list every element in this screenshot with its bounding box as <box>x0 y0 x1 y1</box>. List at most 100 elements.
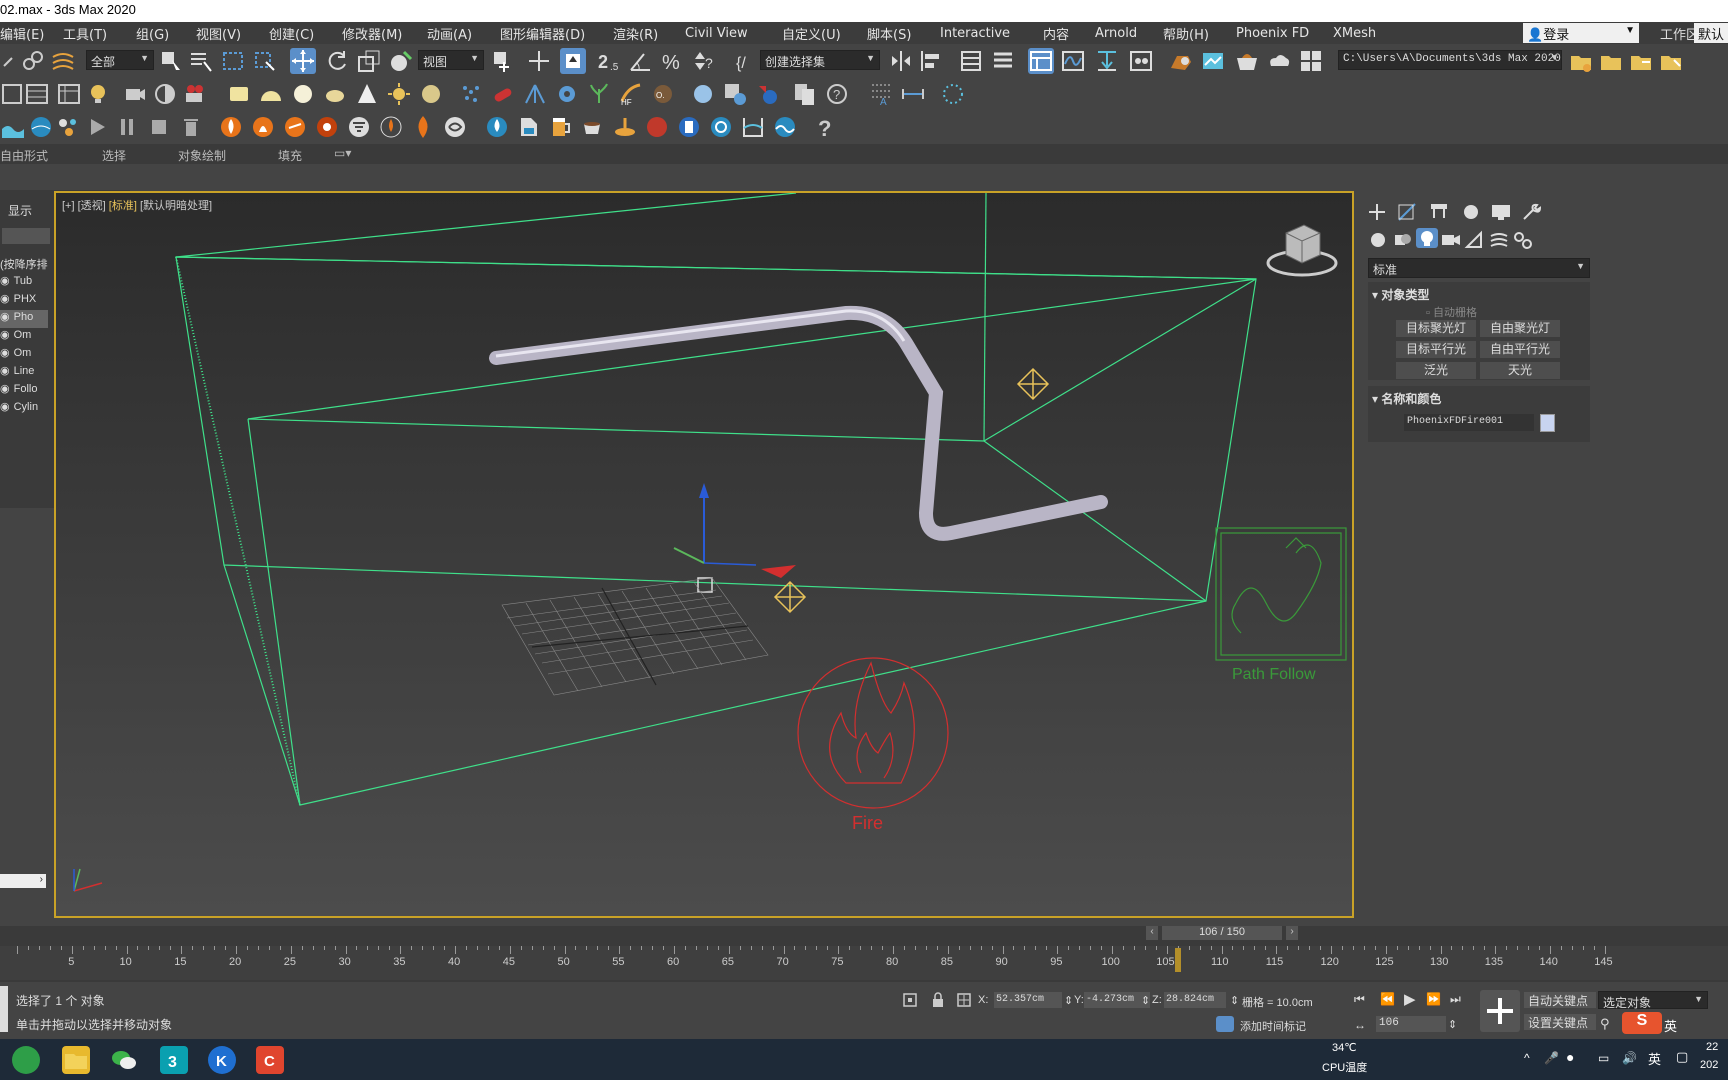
geometry-icon[interactable] <box>1368 230 1390 250</box>
network-icon[interactable]: ▭ <box>1598 1051 1609 1065</box>
maxscript-listener-toggle[interactable] <box>0 986 8 1032</box>
ribbon-tab-selection[interactable]: 选择 <box>102 147 126 164</box>
plane-primitive-icon[interactable] <box>226 81 252 107</box>
scene-explorer-sort-header[interactable]: (按降序排 <box>0 256 48 272</box>
chevron-left-icon[interactable]: ‹ <box>1146 926 1158 940</box>
list-item[interactable]: ◉ Pho <box>0 310 48 328</box>
layers-list-icon[interactable] <box>0 81 26 107</box>
track-bar[interactable]: 5 10 15 20 25 30 35 40 45 50 55 60 65 70 75 80 85 90 95 100… <box>0 946 1728 980</box>
time-tag-icon[interactable] <box>1216 1016 1234 1032</box>
align-icon[interactable] <box>918 48 944 74</box>
auto-key-button[interactable]: 自动关键点 <box>1524 992 1596 1008</box>
select-by-name-icon[interactable] <box>188 48 214 74</box>
create-tab-icon[interactable] <box>1366 202 1388 222</box>
ribbon-options-icon[interactable]: ▭▾ <box>334 146 351 160</box>
menu-create[interactable]: 创建(C) <box>269 24 314 43</box>
list-item[interactable]: ◉ Follo <box>0 382 48 400</box>
liquid-vortex-icon[interactable] <box>708 114 734 140</box>
menu-interactive[interactable]: Interactive <box>940 26 1010 41</box>
capsule-icon[interactable] <box>490 81 516 107</box>
space-warps-icon[interactable] <box>1488 230 1510 250</box>
scene-explorer-expand-button[interactable]: › <box>0 874 46 888</box>
microphone-icon[interactable]: 🎤 <box>1544 1051 1559 1065</box>
absolute-mode-icon[interactable] <box>956 992 972 1008</box>
selection-filter-dropdown[interactable]: 全部 ▼ <box>86 50 154 70</box>
project-settings-icon[interactable] <box>1628 48 1654 74</box>
wechat-icon[interactable] <box>110 1046 138 1074</box>
next-frame-icon[interactable]: ⏩ <box>1426 992 1441 1006</box>
list-item[interactable]: ◉ Tub <box>0 274 48 292</box>
stop-icon[interactable] <box>146 114 172 140</box>
perspective-viewport[interactable]: [+] [透视] [标准] [默认明暗处理] Fire Path Follow <box>54 191 1354 918</box>
free-spot-button[interactable]: 自由聚光灯 <box>1480 320 1560 337</box>
sphere-yellow-icon[interactable] <box>418 81 444 107</box>
frame-spinner-icon[interactable]: ⇕ <box>1448 1018 1457 1031</box>
project-folder-dropdown[interactable]: C:\Users\A\Documents\3ds Max 2020 ▼ <box>1338 50 1562 70</box>
curve-editor-icon[interactable] <box>1060 48 1086 74</box>
helper-tripod-icon[interactable] <box>522 81 548 107</box>
ribbon-tab-freeform[interactable]: 自由形式 <box>0 147 48 164</box>
link-icon[interactable] <box>20 48 46 74</box>
skylight-button[interactable]: 天光 <box>1480 362 1560 379</box>
object-type-rollout-header[interactable]: ▾ 对象类型 <box>1372 286 1429 303</box>
time-slider-frame-display[interactable]: 106 / 150 <box>1162 926 1282 940</box>
liquid-drop-red-icon[interactable] <box>644 114 670 140</box>
pivot-center-icon[interactable] <box>490 48 516 74</box>
show-hidden-icons[interactable]: ^ <box>1524 1051 1530 1065</box>
gear-blue-icon[interactable] <box>554 81 580 107</box>
autogrid-checkbox[interactable]: ▫ 自动栅格 <box>1426 304 1477 320</box>
menu-animation[interactable]: 动画(A) <box>427 24 472 43</box>
select-and-scale-icon[interactable] <box>356 48 382 74</box>
modify-tab-icon[interactable] <box>1396 202 1418 222</box>
fire-source-icon[interactable] <box>218 114 244 140</box>
dotted-circle-icon[interactable] <box>940 81 966 107</box>
teapot-icon[interactable] <box>322 81 348 107</box>
half-circle-icon[interactable] <box>152 81 178 107</box>
list-item[interactable]: ◉ Cylin <box>0 400 48 418</box>
key-mode-toggle-icon[interactable]: ↔ <box>1354 1018 1366 1032</box>
trash-icon[interactable] <box>178 114 204 140</box>
z-spinner-icon[interactable]: ⇕ <box>1230 994 1239 1007</box>
menu-edit[interactable]: 编辑(E) <box>0 24 44 43</box>
liquid-bottle-icon[interactable] <box>676 114 702 140</box>
named-selection-dropdown[interactable]: 创建选择集 ▼ <box>760 50 880 70</box>
open-project-icon[interactable] <box>1598 48 1624 74</box>
ime-language-indicator[interactable]: 英 <box>1664 1016 1677 1035</box>
render-production-icon[interactable] <box>1234 48 1260 74</box>
free-direct-button[interactable]: 自由平行光 <box>1480 341 1560 358</box>
display-tab-icon[interactable] <box>1490 202 1512 222</box>
scene-explorer-search[interactable] <box>2 228 50 244</box>
menu-view[interactable]: 视图(V) <box>196 24 241 43</box>
edit-named-selection-icon[interactable]: {/ <box>734 48 760 74</box>
scene-explorer-display-menu[interactable]: 显示 <box>8 202 32 219</box>
menu-graph-editors[interactable]: 图形编辑器(D) <box>500 24 585 43</box>
set-key-big-button[interactable] <box>1480 990 1520 1032</box>
name-color-rollout-header[interactable]: ▾ 名称和颜色 <box>1372 390 1441 407</box>
eye-icon[interactable]: ◉ <box>0 401 10 413</box>
workspace-dropdown[interactable]: 默认 <box>1694 23 1728 43</box>
list-item[interactable]: ◉ Om <box>0 346 48 364</box>
lights-icon[interactable] <box>1416 228 1438 248</box>
object-name-input[interactable]: PhoenixFDFire001 <box>1404 414 1534 431</box>
cloth-icon[interactable]: O. <box>650 81 676 107</box>
goto-start-icon[interactable]: ⏮ <box>1354 992 1365 1007</box>
notification-icon[interactable]: ▢ <box>1676 1049 1688 1065</box>
beer-mug-icon[interactable] <box>548 114 574 140</box>
systems-icon[interactable] <box>1512 230 1534 250</box>
angle-snap-icon[interactable] <box>628 48 654 74</box>
eye-icon[interactable]: ◉ <box>0 365 10 377</box>
camera-icon[interactable] <box>122 81 148 107</box>
percent-snap-icon[interactable]: % <box>660 48 686 74</box>
input-language-indicator[interactable]: 英 <box>1648 1049 1661 1068</box>
fire-fuel-icon[interactable] <box>282 114 308 140</box>
eye-icon[interactable]: ◉ <box>0 347 10 359</box>
a360-gallery-icon[interactable] <box>1298 48 1324 74</box>
helpers-icon[interactable] <box>1464 230 1486 250</box>
sphere-icon[interactable] <box>290 81 316 107</box>
grid-align-icon[interactable]: A <box>868 81 894 108</box>
fire-smoke-icon[interactable] <box>250 114 276 140</box>
liquid-splash-icon[interactable] <box>484 114 510 140</box>
menu-tools[interactable]: 工具(T) <box>63 24 107 43</box>
chevron-right-icon[interactable]: › <box>1286 926 1298 940</box>
start-menu-icon[interactable] <box>12 1046 40 1074</box>
